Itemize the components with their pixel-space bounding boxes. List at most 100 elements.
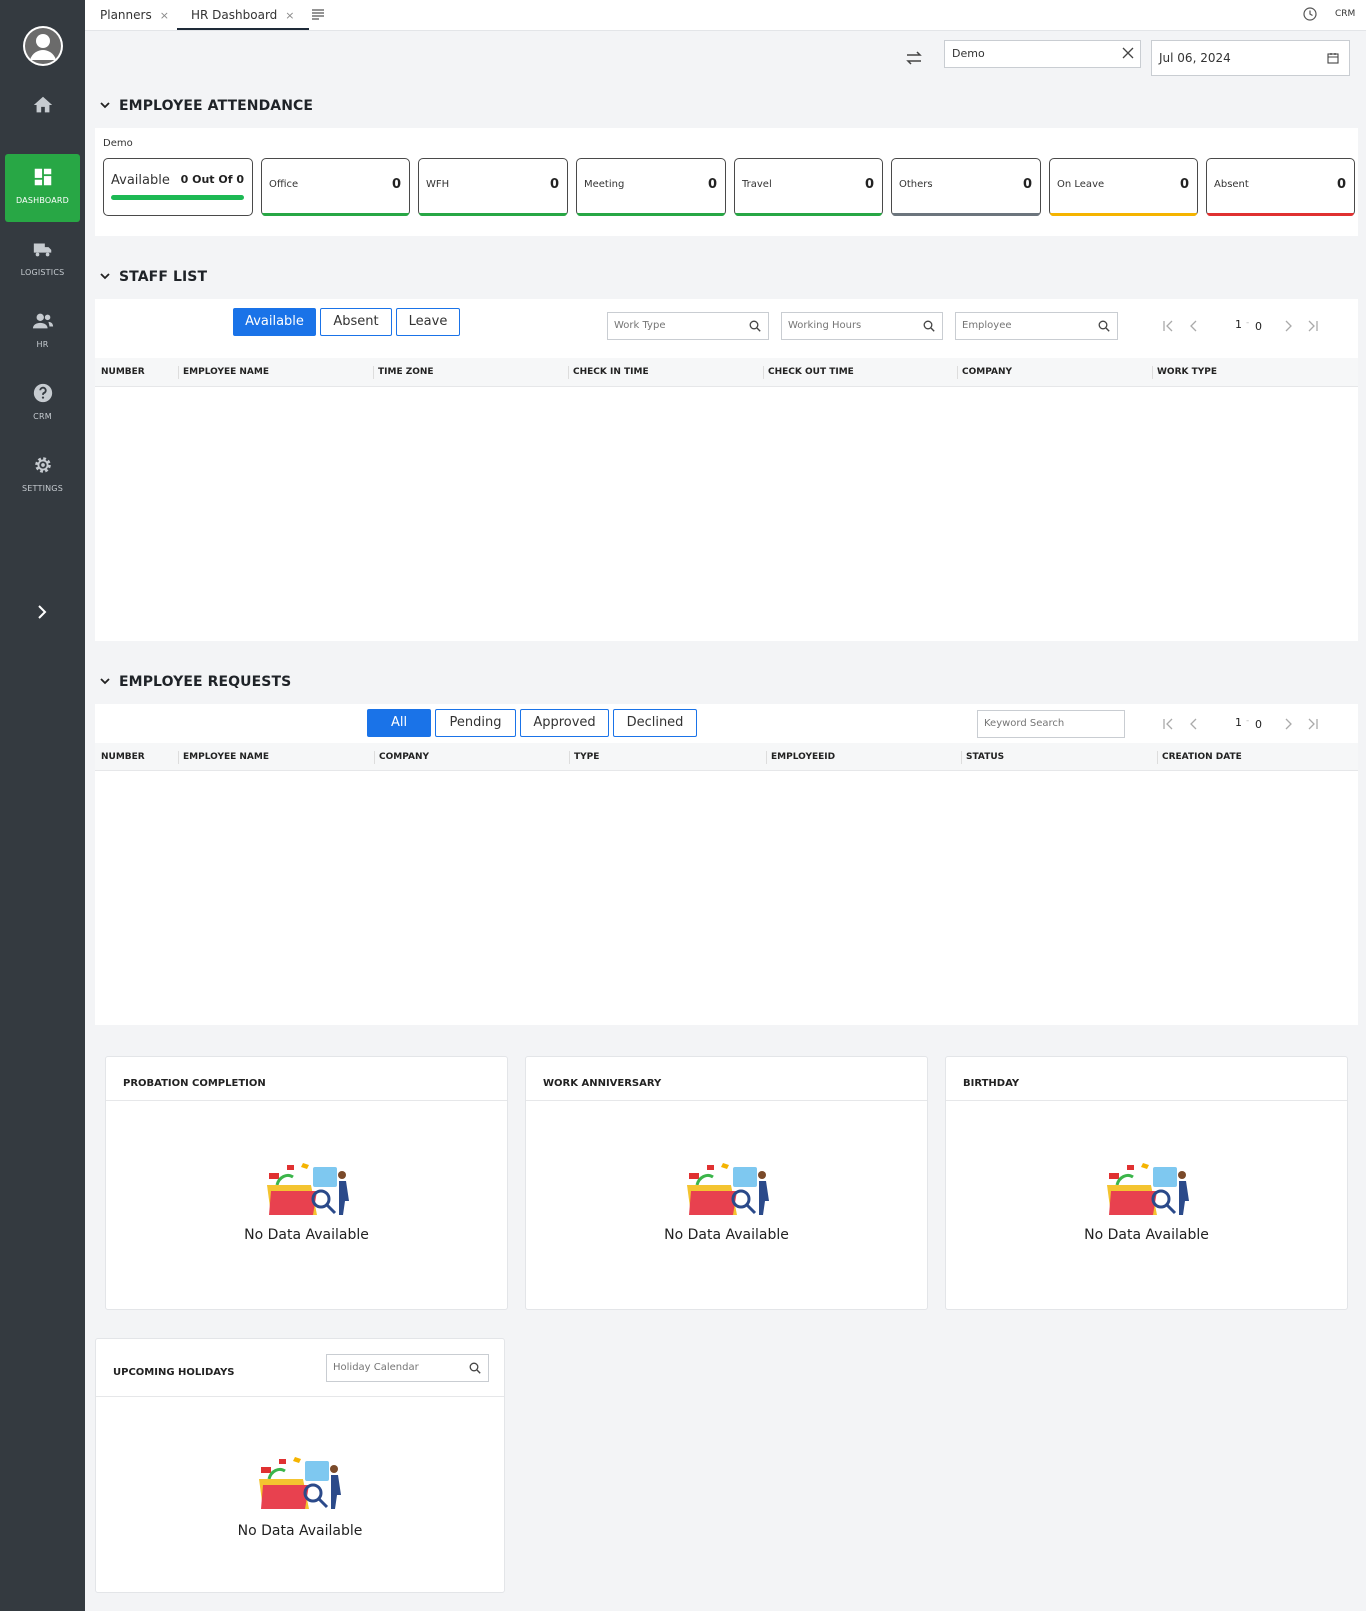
- column-header[interactable]: CHECK IN TIME: [568, 358, 649, 387]
- sidebar-item-dashboard[interactable]: DASHBOARD: [5, 154, 80, 222]
- card-value: 0 Out Of 0: [180, 173, 244, 186]
- staff-panel: [95, 299, 1358, 641]
- holiday-calendar-search[interactable]: [326, 1354, 489, 1382]
- working-hours-input[interactable]: [788, 320, 912, 331]
- last-page-icon[interactable]: [1307, 320, 1319, 332]
- section-title: EMPLOYEE REQUESTS: [119, 674, 292, 690]
- user-avatar[interactable]: [23, 26, 63, 66]
- working-hours-search[interactable]: [781, 312, 943, 340]
- column-header[interactable]: NUMBER: [101, 358, 145, 387]
- next-page-icon[interactable]: [1282, 718, 1294, 730]
- requests-pagination: 1 - 0: [1162, 714, 1319, 734]
- absent-card[interactable]: Absent 0: [1206, 158, 1355, 216]
- on-leave-card[interactable]: On Leave 0: [1049, 158, 1198, 216]
- tab-planners[interactable]: Planners ×: [100, 0, 169, 30]
- column-header-label: EMPLOYEEID: [771, 752, 836, 762]
- search-icon[interactable]: [923, 320, 935, 332]
- keyword-input[interactable]: [984, 718, 1096, 729]
- column-header[interactable]: EMPLOYEE NAME: [178, 358, 269, 387]
- widget-title: UPCOMING HOLIDAYS: [113, 1367, 235, 1378]
- last-page-icon[interactable]: [1307, 718, 1319, 730]
- search-icon[interactable]: [469, 1362, 481, 1374]
- sidebar-item-label: SETTINGS: [22, 484, 63, 493]
- keyword-search[interactable]: [977, 710, 1125, 738]
- search-icon[interactable]: [749, 320, 761, 332]
- column-header[interactable]: TIME ZONE: [373, 358, 434, 387]
- status-bar: [735, 213, 882, 216]
- status-bar: [419, 213, 567, 216]
- calendar-icon[interactable]: [1327, 52, 1339, 64]
- meeting-card[interactable]: Meeting 0: [576, 158, 726, 216]
- wfh-card[interactable]: WFH 0: [418, 158, 568, 216]
- attendance-company-label: Demo: [103, 138, 133, 149]
- requests-section-header[interactable]: EMPLOYEE REQUESTS: [99, 674, 291, 690]
- close-icon[interactable]: ×: [160, 9, 169, 22]
- tab-list-icon[interactable]: [311, 8, 325, 20]
- sidebar-item-hr[interactable]: HR: [5, 298, 80, 366]
- employee-search[interactable]: [955, 312, 1118, 340]
- holiday-calendar-input[interactable]: [333, 1362, 457, 1373]
- work-type-search[interactable]: [607, 312, 769, 340]
- next-page-icon[interactable]: [1282, 320, 1294, 332]
- sidebar-item-crm[interactable]: CRM: [5, 370, 80, 438]
- divider: [526, 1100, 927, 1101]
- prev-page-icon[interactable]: [1188, 320, 1200, 332]
- column-header[interactable]: STATUS: [961, 743, 1004, 772]
- column-header[interactable]: COMPANY: [957, 358, 1012, 387]
- work-type-input[interactable]: [614, 320, 738, 331]
- card-label: Available: [111, 173, 170, 188]
- filter-approved-button[interactable]: Approved: [520, 709, 609, 737]
- attendance-section-header[interactable]: EMPLOYEE ATTENDANCE: [99, 98, 313, 114]
- home-icon: [33, 96, 52, 113]
- first-page-icon[interactable]: [1162, 718, 1174, 730]
- filter-declined-button[interactable]: Declined: [613, 709, 697, 737]
- travel-card[interactable]: Travel 0: [734, 158, 883, 216]
- filter-all-button[interactable]: All: [367, 709, 431, 737]
- sidebar-item-settings[interactable]: SETTINGS: [5, 442, 80, 510]
- column-header[interactable]: COMPANY: [374, 743, 429, 772]
- sidebar-item-home[interactable]: [5, 82, 80, 150]
- upcoming-holidays-widget: UPCOMING HOLIDAYS No Data Available: [95, 1338, 505, 1593]
- column-header[interactable]: WORK TYPE: [1152, 358, 1217, 387]
- empty-state-illustration: [259, 1457, 341, 1509]
- divider: [946, 1100, 1347, 1101]
- column-header[interactable]: CHECK OUT TIME: [763, 358, 854, 387]
- available-card[interactable]: Available 0 Out Of 0: [103, 158, 253, 216]
- tab-hr-dashboard[interactable]: HR Dashboard ×: [177, 0, 309, 30]
- column-header[interactable]: CREATION DATE: [1157, 743, 1242, 772]
- close-icon[interactable]: [1122, 47, 1134, 59]
- column-header[interactable]: EMPLOYEEID: [766, 743, 836, 772]
- prev-page-icon[interactable]: [1188, 718, 1200, 730]
- page-total: 0: [1255, 718, 1262, 731]
- chevron-right-icon[interactable]: [30, 600, 54, 624]
- divider: [106, 1100, 507, 1101]
- others-card[interactable]: Others 0: [891, 158, 1041, 216]
- search-icon[interactable]: [1098, 320, 1110, 332]
- sidebar-item-logistics[interactable]: LOGISTICS: [5, 226, 80, 294]
- column-header[interactable]: NUMBER: [101, 743, 145, 772]
- gear-icon: [34, 457, 51, 473]
- date-picker[interactable]: Jul 06, 2024: [1151, 40, 1350, 76]
- swap-icon[interactable]: [904, 49, 924, 67]
- clock-icon[interactable]: [1303, 7, 1317, 21]
- card-label: Meeting: [584, 179, 625, 190]
- column-header[interactable]: EMPLOYEE NAME: [178, 743, 269, 772]
- close-icon[interactable]: ×: [285, 9, 294, 22]
- office-card[interactable]: Office 0: [261, 158, 410, 216]
- filter-pending-button[interactable]: Pending: [435, 709, 516, 737]
- column-header[interactable]: TYPE: [569, 743, 599, 772]
- company-select[interactable]: Demo: [944, 40, 1141, 68]
- probation-widget: PROBATION COMPLETION No Data Available: [105, 1056, 508, 1310]
- status-bar: [262, 213, 409, 216]
- status-bar: [892, 213, 1040, 216]
- filter-leave-button[interactable]: Leave: [396, 308, 460, 336]
- status-bar: [577, 213, 725, 216]
- card-value: 0: [1022, 177, 1032, 192]
- module-label[interactable]: CRM: [1335, 9, 1355, 19]
- filter-absent-button[interactable]: Absent: [320, 308, 392, 336]
- first-page-icon[interactable]: [1162, 320, 1174, 332]
- staff-section-header[interactable]: STAFF LIST: [99, 269, 207, 285]
- employee-input[interactable]: [962, 320, 1086, 331]
- tab-label: Planners: [100, 8, 152, 22]
- filter-available-button[interactable]: Available: [233, 308, 316, 336]
